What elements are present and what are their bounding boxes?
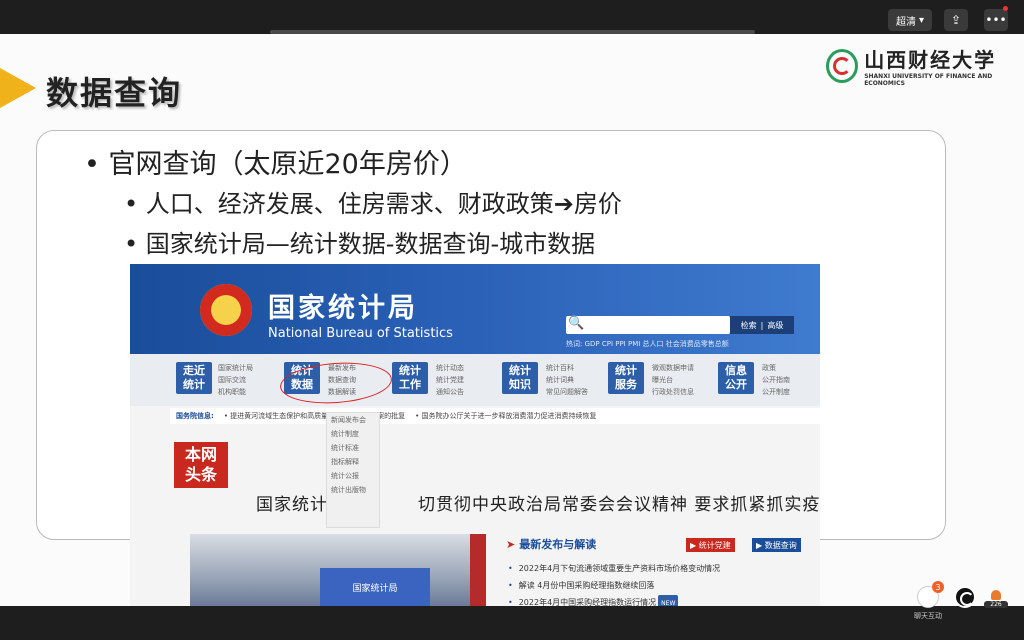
photo-wall-sign: 国家统计局 bbox=[320, 568, 430, 606]
notification-dot bbox=[1003, 6, 1008, 11]
bullet-official-query: • 官网查询（太原近20年房价） bbox=[84, 149, 467, 180]
share-icon: ⇪ bbox=[950, 13, 962, 27]
nbs-name-cn: 国家统计局 bbox=[268, 293, 418, 324]
quality-label: 超清 bbox=[895, 16, 916, 28]
nav-links-work: 统计动态 统计党建 通知公告 bbox=[436, 364, 464, 396]
ticker-item: • 国务院办公厅关于进一步释放消费潜力促进消费持续恢复 bbox=[415, 412, 597, 420]
nav-tile-about: 走近 统计 bbox=[176, 362, 212, 394]
slide-title: 数据查询 bbox=[46, 74, 183, 112]
logo-emblem-icon bbox=[826, 48, 859, 83]
university-logo: 山西财经大学 SHANXI UNIVERSITY OF FINANCE AND … bbox=[826, 44, 1024, 87]
nbs-ticker: 国务院信息: • 提进黄河流域生态保护和高质量发展行区实施方案的批复 • 国务院… bbox=[170, 408, 820, 424]
nav-tile-service: 统计 服务 bbox=[608, 362, 644, 394]
bullet-factors-text: • 人口、经济发展、住房需求、财政政策 bbox=[124, 190, 554, 218]
slide-canvas: 数据查询 山西财经大学 SHANXI UNIVERSITY OF FINANCE… bbox=[0, 34, 1024, 606]
nav-tile-disclosure: 信息 公开 bbox=[718, 362, 754, 394]
nbs-search-input: 🔍 bbox=[566, 316, 730, 334]
search-btn-label: 检索 bbox=[740, 320, 757, 330]
tag-party: ▶ 统计党建 bbox=[686, 538, 735, 552]
viewer-icon bbox=[991, 590, 1001, 600]
more-dots-icon: ••• bbox=[985, 13, 1007, 27]
nbs-name-en: National Bureau of Statistics bbox=[268, 326, 453, 341]
player-bottom-bar bbox=[0, 606, 1024, 640]
right-arrow-icon: ➔ bbox=[553, 190, 574, 218]
data-dropdown-menu: 新闻发布会 统计制度 统计标准 指标解释 统计公报 统计出版物 bbox=[326, 412, 380, 528]
video-player: 超清 ▾ ⇪ ••• 数据查询 山西财经大学 SHANXI UNIVERSITY… bbox=[0, 0, 1024, 640]
nav-tile-knowledge: 统计 知识 bbox=[502, 362, 538, 394]
nav-links-about: 国家统计局 国际交流 机构职能 bbox=[218, 364, 253, 396]
nav-links-disclosure: 政策 公开指南 公开制度 bbox=[762, 364, 790, 396]
nbs-search-button: 检索 | 高级 bbox=[730, 316, 794, 334]
player-top-bar: 超清 ▾ ⇪ ••• bbox=[0, 0, 1024, 34]
search-icon: 🔍 bbox=[568, 316, 585, 331]
more-button[interactable]: ••• bbox=[984, 9, 1008, 31]
news-photo: 国家统计局 bbox=[190, 534, 486, 606]
viewer-count: 226 bbox=[984, 601, 1008, 608]
nbs-website-screenshot: 国家统计局 National Bureau of Statistics 🔍 检索… bbox=[130, 264, 820, 606]
spiral-icon[interactable] bbox=[954, 586, 976, 608]
headline-badge: 本网 头条 bbox=[174, 442, 228, 488]
quality-selector-button[interactable]: 超清 ▾ bbox=[888, 9, 932, 31]
title-arrow-icon bbox=[0, 68, 36, 108]
news-list: • 2022年4月下旬流通领域重要生产资料市场价格变动情况 • 解读 4月份中国采购… bbox=[508, 560, 720, 606]
nav-links-service: 微观数据申请 曝光台 行政处罚信息 bbox=[652, 364, 694, 396]
bullet-nbs-path: • 国家统计局—统计数据-数据查询-城市数据 bbox=[124, 230, 596, 258]
bullet-factors: • 人口、经济发展、住房需求、财政政策➔房价 bbox=[124, 184, 622, 219]
new-badge: NEW bbox=[658, 595, 679, 606]
chat-icon: 3 bbox=[917, 581, 944, 608]
list-item: • 2022年4月下旬流通领域重要生产资料市场价格变动情况 bbox=[508, 564, 721, 573]
advanced-btn-label: 高级 bbox=[767, 320, 784, 330]
nbs-nav-bar: 走近 统计 国家统计局 国际交流 机构职能 统计 数据 最新发布 数据查询 数据解读 统… bbox=[130, 354, 820, 406]
chat-button[interactable]: 3 聊天互动 bbox=[912, 581, 944, 621]
nav-links-knowledge: 统计百科 统计词典 常见问题解答 bbox=[546, 364, 588, 396]
nav-tile-work: 统计 工作 bbox=[392, 362, 428, 394]
share-button[interactable]: ⇪ bbox=[944, 9, 968, 31]
logo-name-cn: 山西财经大学 bbox=[864, 48, 997, 72]
list-item: • 解读 4月份中国采购经理指数继续回落 bbox=[508, 581, 655, 590]
tag-data-query: ▶ 数据查询 bbox=[752, 538, 801, 552]
list-item: • 2022年4月中国采购经理指数运行情况 NEW bbox=[508, 594, 720, 606]
nbs-header: 国家统计局 National Bureau of Statistics 🔍 检索… bbox=[130, 264, 820, 354]
news-section-title: ➤ 最新发布与解读 bbox=[506, 538, 597, 551]
ticker-label: 国务院信息: bbox=[176, 412, 214, 420]
chat-label: 聊天互动 bbox=[914, 612, 942, 620]
logo-name-en: SHANXI UNIVERSITY OF FINANCE AND ECONOMI… bbox=[864, 73, 993, 87]
viewer-counter[interactable]: 226 bbox=[984, 590, 1008, 608]
double-arrow-icon: ➤ bbox=[506, 538, 516, 551]
caret-down-icon: ▾ bbox=[918, 14, 925, 26]
chat-badge: 3 bbox=[932, 581, 944, 593]
national-emblem-icon bbox=[200, 284, 252, 336]
bullet-factors-tail: 房价 bbox=[573, 190, 622, 218]
nbs-hot-words: 热词: GDP CPI PPI PMI 总人口 社会消费品零售总额 bbox=[566, 340, 729, 348]
